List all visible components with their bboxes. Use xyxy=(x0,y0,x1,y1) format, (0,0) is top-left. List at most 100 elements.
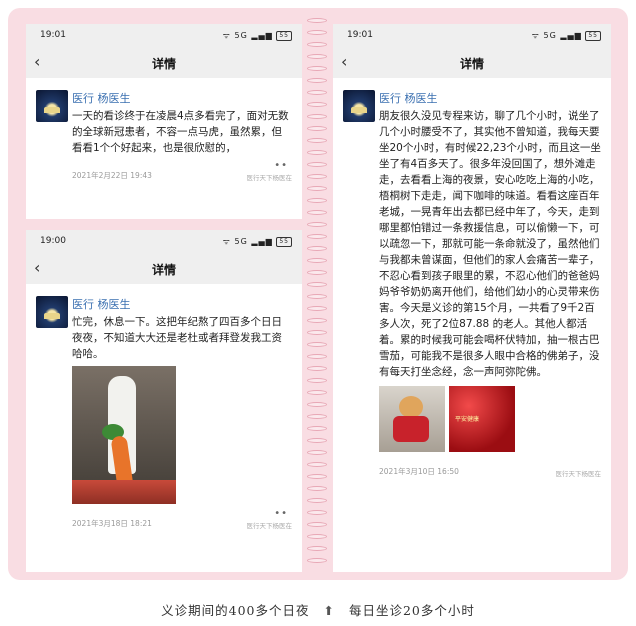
statue-base xyxy=(72,480,176,504)
photo-text: 平安健康 xyxy=(455,416,480,423)
avatar[interactable] xyxy=(343,90,375,122)
post-photo-statue[interactable] xyxy=(72,366,176,504)
dog-coat xyxy=(393,416,429,442)
battery-icon: 55 xyxy=(276,237,292,247)
binding-ring xyxy=(307,66,327,71)
avatar[interactable] xyxy=(36,90,68,122)
avatar[interactable] xyxy=(36,296,68,328)
status-time: 19:01 xyxy=(40,30,66,40)
caption-right: 每日坐诊20多个小时 xyxy=(348,603,475,618)
dog-head xyxy=(399,396,423,418)
watermark: 医行天下杨医在 xyxy=(555,470,602,478)
binding-ring xyxy=(307,210,327,215)
binding-ring xyxy=(307,294,327,299)
binding-ring xyxy=(307,282,327,287)
signal-icons: ᯤ 5G ▂▄▆ 55 xyxy=(223,236,292,247)
binding-ring xyxy=(307,78,327,83)
binding-ring xyxy=(307,390,327,395)
binding-ring xyxy=(307,366,327,371)
binding-ring xyxy=(307,198,327,203)
binding-ring xyxy=(307,510,327,515)
post-date: 2021年2月22日 19:43 xyxy=(72,171,152,180)
binding-ring xyxy=(307,450,327,455)
watermark: 医行天下杨医在 xyxy=(246,522,293,530)
status-time: 19:00 xyxy=(40,236,66,246)
post: 医行 杨医生 一天的看诊终于在凌晨4点多看完了，面对无数的全球新冠患者，不容一点… xyxy=(26,78,302,184)
caption: 义诊期间的400多个日夜 ⬆ 每日坐诊20多个小时 xyxy=(0,600,636,619)
binding-ring xyxy=(307,318,327,323)
binding-ring xyxy=(307,426,327,431)
binding-ring xyxy=(307,378,327,383)
binding-ring xyxy=(307,162,327,167)
spiral-binding xyxy=(306,14,328,574)
post-photo-red-decor[interactable]: 平安健康 xyxy=(449,386,515,452)
screenshot-panel-1: 19:01 ᯤ 5G ▂▄▆ 55 ‹ 详情 医行 杨医生 一天的看诊终于在凌晨… xyxy=(26,24,302,219)
nav-bar: ‹ 详情 xyxy=(26,46,302,78)
binding-ring xyxy=(307,462,327,467)
post-text: 朋友很久没见专程来访，聊了几个小时，说坐了几个小时腰受不了，其实他不曾知道，我每… xyxy=(379,110,601,378)
binding-ring xyxy=(307,474,327,479)
page-title: 详情 xyxy=(459,57,484,71)
binding-ring xyxy=(307,258,327,263)
post-meta: 2021年2月22日 19:43 •• 医行天下杨医在 xyxy=(72,160,293,184)
status-bar: 19:00 ᯤ 5G ▂▄▆ 55 xyxy=(26,230,302,252)
binding-ring xyxy=(307,306,327,311)
post-meta: 2021年3月10日 16:50 医行天下杨医在 xyxy=(379,466,601,480)
binding-ring xyxy=(307,234,327,239)
post-date: 2021年3月18日 18:21 xyxy=(72,519,152,528)
battery-icon: 55 xyxy=(585,31,601,41)
binding-ring xyxy=(307,54,327,59)
binding-ring xyxy=(307,546,327,551)
post-meta: 2021年3月18日 18:21 •• 医行天下杨医在 xyxy=(72,508,293,532)
binding-ring xyxy=(307,222,327,227)
binding-ring xyxy=(307,126,327,131)
binding-ring xyxy=(307,414,327,419)
author-name[interactable]: 医行 杨医生 xyxy=(72,90,292,106)
post-photos: 平安健康 xyxy=(379,386,601,452)
binding-ring xyxy=(307,438,327,443)
signal-icons: ᯤ 5G ▂▄▆ 55 xyxy=(223,30,292,41)
status-bar: 19:01 ᯤ 5G ▂▄▆ 55 xyxy=(333,24,611,46)
binding-ring xyxy=(307,558,327,563)
binding-ring xyxy=(307,150,327,155)
screenshot-panel-2: 19:00 ᯤ 5G ▂▄▆ 55 ‹ 详情 医行 杨医生 忙完，休息一下。这把… xyxy=(26,230,302,572)
watermark: 医行天下杨医在 xyxy=(246,174,293,182)
binding-ring xyxy=(307,402,327,407)
author-name[interactable]: 医行 杨医生 xyxy=(72,296,292,312)
binding-ring xyxy=(307,174,327,179)
more-icon[interactable]: •• xyxy=(274,508,288,519)
post-text: 忙完，休息一下。这把年纪熬了四百多个日日夜夜，不知道大大还是老杜或者拜登发我工资… xyxy=(72,316,282,360)
binding-ring xyxy=(307,270,327,275)
binding-ring xyxy=(307,486,327,491)
binding-ring xyxy=(307,90,327,95)
binding-ring xyxy=(307,30,327,35)
post-text: 一天的看诊终于在凌晨4点多看完了，面对无数的全球新冠患者，不容一点马虎，虽然累，… xyxy=(72,110,289,154)
binding-ring xyxy=(307,330,327,335)
nav-bar: ‹ 详情 xyxy=(26,252,302,284)
binding-ring xyxy=(307,42,327,47)
screenshot-panel-3: 19:01 ᯤ 5G ▂▄▆ 55 ‹ 详情 医行 杨医生 朋友很久没见专程来访… xyxy=(333,24,611,572)
author-name[interactable]: 医行 杨医生 xyxy=(379,90,601,106)
binding-ring xyxy=(307,186,327,191)
binding-ring xyxy=(307,522,327,527)
signal-icons: ᯤ 5G ▂▄▆ 55 xyxy=(532,30,601,41)
post-date: 2021年3月10日 16:50 xyxy=(379,467,459,476)
binding-ring xyxy=(307,498,327,503)
status-time: 19:01 xyxy=(347,30,373,40)
binding-ring xyxy=(307,102,327,107)
binding-ring xyxy=(307,354,327,359)
caption-left: 义诊期间的400多个日夜 xyxy=(161,603,310,618)
binding-ring xyxy=(307,342,327,347)
binding-ring xyxy=(307,114,327,119)
battery-icon: 55 xyxy=(276,31,292,41)
binding-ring xyxy=(307,534,327,539)
more-icon[interactable]: •• xyxy=(274,160,288,171)
page-title: 详情 xyxy=(151,263,176,277)
arrow-up-icon: ⬆ xyxy=(323,603,335,618)
page-title: 详情 xyxy=(151,57,176,71)
post: 医行 杨医生 朋友很久没见专程来访，聊了几个小时，说坐了几个小时腰受不了，其实他… xyxy=(333,78,611,480)
status-bar: 19:01 ᯤ 5G ▂▄▆ 55 xyxy=(26,24,302,46)
post-photo-dog[interactable] xyxy=(379,386,445,452)
nav-bar: ‹ 详情 xyxy=(333,46,611,78)
binding-ring xyxy=(307,246,327,251)
